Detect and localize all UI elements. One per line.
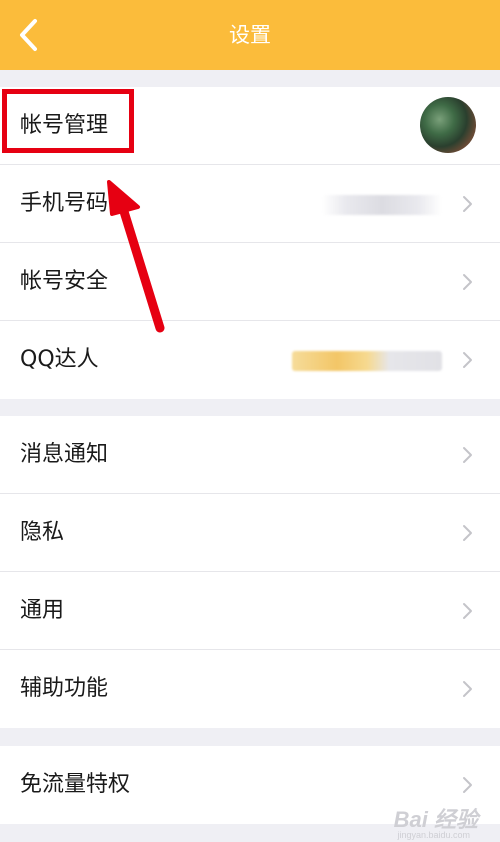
general-settings-group: 消息通知 隐私 通用 辅助功能 bbox=[0, 416, 500, 728]
top-nav-bar: 设置 bbox=[0, 0, 500, 70]
row-label: 帐号安全 bbox=[20, 269, 109, 294]
row-label: QQ达人 bbox=[20, 347, 99, 372]
settings-row-account-security[interactable]: 帐号安全 bbox=[0, 243, 500, 321]
chevron-right-icon bbox=[463, 274, 472, 290]
settings-row-general[interactable]: 通用 bbox=[0, 572, 500, 650]
chevron-right-icon bbox=[463, 777, 472, 793]
chevron-right-icon bbox=[463, 525, 472, 541]
avatar bbox=[420, 97, 476, 153]
settings-row-qq-expert[interactable]: QQ达人 bbox=[0, 321, 500, 399]
chevron-right-icon bbox=[463, 196, 472, 212]
redacted-phone-value bbox=[322, 195, 442, 215]
row-label: 免流量特权 bbox=[20, 772, 131, 797]
row-label: 辅助功能 bbox=[20, 676, 109, 701]
row-label: 通用 bbox=[20, 598, 65, 623]
chevron-right-icon bbox=[463, 352, 472, 368]
row-label: 手机号码 bbox=[20, 191, 109, 216]
settings-row-accessibility[interactable]: 辅助功能 bbox=[0, 650, 500, 728]
settings-row-notifications[interactable]: 消息通知 bbox=[0, 416, 500, 494]
page-title: 设置 bbox=[229, 23, 271, 47]
watermark-url: jingyan.baidu.com bbox=[397, 830, 470, 840]
chevron-right-icon bbox=[463, 603, 472, 619]
row-label: 隐私 bbox=[20, 520, 65, 545]
settings-row-privacy[interactable]: 隐私 bbox=[0, 494, 500, 572]
chevron-right-icon bbox=[463, 681, 472, 697]
row-label: 消息通知 bbox=[20, 442, 109, 467]
settings-row-phone-number[interactable]: 手机号码 bbox=[0, 165, 500, 243]
redacted-qq-value bbox=[292, 351, 442, 371]
chevron-right-icon bbox=[463, 447, 472, 463]
annotation-highlight-box bbox=[2, 89, 134, 153]
